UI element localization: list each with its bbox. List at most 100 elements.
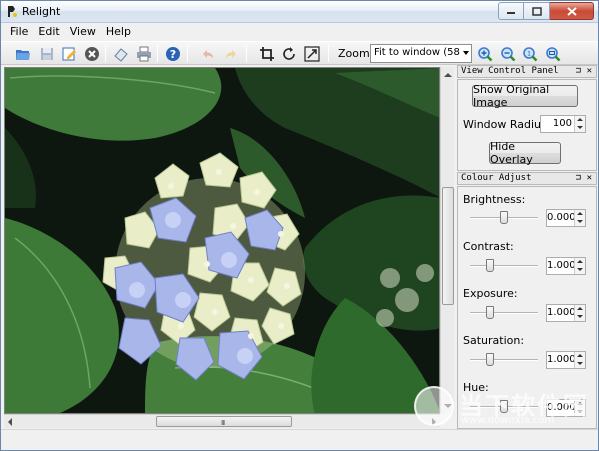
view-control-panel-titlebar[interactable]: View Control Panel ⊐ ✕ <box>457 65 597 78</box>
eraser-icon <box>113 47 128 62</box>
brightness-label: Brightness: <box>463 193 526 206</box>
help-button[interactable]: ? <box>163 44 182 63</box>
zoom-in-icon <box>477 46 492 61</box>
saturation-slider[interactable] <box>470 353 538 367</box>
exposure-label: Exposure: <box>463 287 518 300</box>
contrast-value: 1.000 <box>547 260 576 271</box>
minimize-icon <box>507 12 515 14</box>
undo-button[interactable] <box>198 44 217 63</box>
scroll-up-icon[interactable] <box>444 73 452 77</box>
menu-help[interactable]: Help <box>101 23 136 41</box>
print-button[interactable] <box>134 44 153 63</box>
brightness-slider[interactable] <box>470 211 538 225</box>
exposure-spinbox[interactable]: 1.000 <box>546 304 586 322</box>
colour-adjust-titlebar[interactable]: Colour Adjust ⊐ ✕ <box>457 172 597 185</box>
saturation-spinbox[interactable]: 1.000 <box>546 351 586 369</box>
undo-arrow-icon <box>202 49 213 58</box>
save-disk-icon <box>40 47 53 60</box>
watermark-url: www.downxia.com <box>461 415 555 426</box>
spin-arrows-icon[interactable] <box>574 210 585 226</box>
window-radius-label: Window Radius: <box>463 118 551 131</box>
close-icon[interactable]: ✕ <box>587 173 592 183</box>
close-icon <box>566 6 577 16</box>
maximize-icon <box>531 6 542 16</box>
menu-edit[interactable]: Edit <box>33 23 64 41</box>
close-icon[interactable]: ✕ <box>587 66 592 76</box>
svg-text:1: 1 <box>527 50 531 57</box>
zoom-value: Fit to window (58.30 <box>374 47 460 58</box>
zoom-fit-icon <box>545 46 560 61</box>
crop-button[interactable] <box>257 44 276 63</box>
cancel-button[interactable] <box>82 44 101 63</box>
redo-button[interactable] <box>221 44 240 63</box>
vertical-scroll-thumb[interactable] <box>442 187 454 305</box>
brightness-slider-thumb[interactable] <box>500 211 508 224</box>
menu-bar: File Edit View Help <box>1 23 598 41</box>
hydrangea-photo <box>5 68 439 413</box>
window-radius-value: 100 <box>552 118 572 129</box>
minimize-button[interactable] <box>498 2 524 20</box>
window-radius-spinbox[interactable]: 100 <box>540 115 586 133</box>
maximize-button[interactable] <box>524 2 550 20</box>
redo-arrow-icon <box>225 49 236 58</box>
exposure-slider-thumb[interactable] <box>486 306 494 319</box>
zoom-dropdown[interactable]: Fit to window (58.30 <box>370 44 472 63</box>
toolbar: ? Zoom: Fit to window (58.30 <box>1 41 598 65</box>
pin-icon[interactable]: ⊐ <box>576 173 581 183</box>
menu-file[interactable]: File <box>5 23 33 41</box>
exposure-slider[interactable] <box>470 306 538 320</box>
zoom-label: Zoom: <box>338 47 374 60</box>
edit-document-icon <box>62 47 76 60</box>
clear-button[interactable] <box>111 44 130 63</box>
resize-icon <box>303 45 320 62</box>
saturation-value: 1.000 <box>547 354 576 365</box>
image-vertical-scrollbar[interactable] <box>440 67 454 414</box>
status-bar <box>1 429 598 450</box>
spin-arrows-icon[interactable] <box>574 352 585 368</box>
saturation-label: Saturation: <box>463 334 525 347</box>
zoom-actual-size-icon: 1 <box>522 46 537 61</box>
edit-button[interactable] <box>59 44 78 63</box>
title-bar: Relight <box>1 1 598 23</box>
help-icon: ? <box>165 46 180 61</box>
rotate-button[interactable] <box>279 44 298 63</box>
menu-view[interactable]: View <box>65 23 101 41</box>
zoom-out-button[interactable] <box>498 44 517 63</box>
resize-button[interactable] <box>302 44 321 63</box>
relight-logo-icon <box>8 6 17 17</box>
horizontal-scroll-thumb[interactable]: III <box>156 416 292 427</box>
contrast-slider-thumb[interactable] <box>486 259 494 272</box>
image-canvas[interactable] <box>4 67 440 414</box>
image-horizontal-scrollbar[interactable]: III <box>4 414 440 428</box>
spin-arrows-icon[interactable] <box>574 258 585 274</box>
brightness-spinbox[interactable]: 0.000 <box>546 209 586 227</box>
zoom-actual-button[interactable]: 1 <box>520 44 539 63</box>
save-button[interactable] <box>37 44 56 63</box>
colour-adjust-title: Colour Adjust <box>461 173 532 183</box>
brightness-value: 0.000 <box>547 212 576 223</box>
window-title: Relight <box>22 5 61 18</box>
spin-arrows-icon[interactable] <box>574 116 585 132</box>
hide-overlay-button[interactable]: Hide Overlay <box>489 140 561 166</box>
zoom-fit-button[interactable] <box>543 44 562 63</box>
view-control-panel-title: View Control Panel <box>461 66 559 76</box>
saturation-slider-thumb[interactable] <box>486 353 494 366</box>
printer-icon <box>136 46 151 61</box>
cancel-circle-icon <box>84 46 99 61</box>
view-control-panel: Show Original Image Window Radius: 100 H… <box>457 79 597 171</box>
spin-arrows-icon[interactable] <box>574 305 585 321</box>
pin-icon[interactable]: ⊐ <box>576 66 581 76</box>
window-controls <box>498 2 594 21</box>
contrast-slider[interactable] <box>470 259 538 273</box>
zoom-out-icon <box>500 46 515 61</box>
open-button[interactable] <box>13 44 32 63</box>
chevron-down-icon <box>463 51 469 55</box>
exposure-value: 1.000 <box>547 307 576 318</box>
zoom-in-button[interactable] <box>475 44 494 63</box>
show-original-image-button[interactable]: Show Original Image <box>472 83 578 109</box>
svg-text:?: ? <box>169 48 175 61</box>
close-button[interactable] <box>550 2 594 20</box>
crop-icon <box>259 46 274 61</box>
contrast-spinbox[interactable]: 1.000 <box>546 257 586 275</box>
scroll-left-icon[interactable] <box>8 418 12 426</box>
